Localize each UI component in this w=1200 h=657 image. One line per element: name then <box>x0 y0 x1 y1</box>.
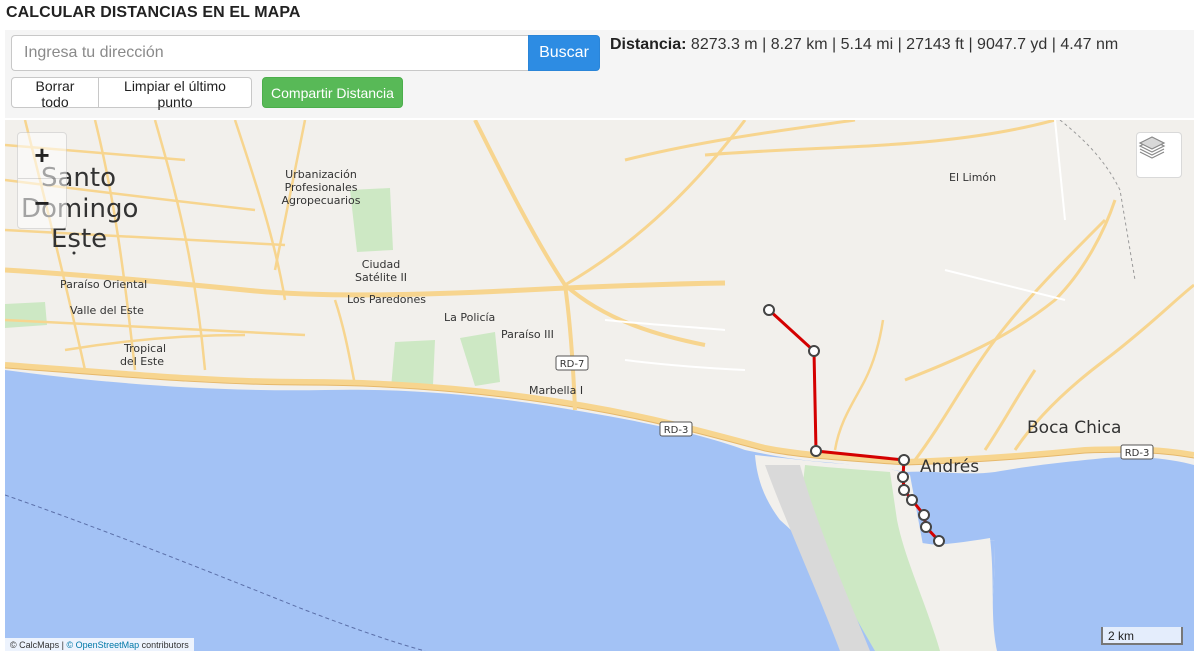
route-point[interactable] <box>897 471 909 483</box>
place-label: Urbanización <box>285 168 357 181</box>
zoom-control: + − <box>17 132 67 229</box>
place-label: El Limón <box>949 171 996 184</box>
clear-all-button[interactable]: Borrar todo <box>11 77 99 110</box>
toolbar: Buscar Distancia: 8273.3 m | 8.27 km | 5… <box>5 30 1194 118</box>
share-distance-button[interactable]: Compartir Distancia <box>262 77 403 108</box>
route-point[interactable] <box>808 345 820 357</box>
distance-miles: 5.14 mi <box>840 36 894 53</box>
distance-kilometers: 8.27 km <box>770 36 828 53</box>
place-label-andres: Andrés <box>920 457 979 477</box>
page-title: CALCULAR DISTANCIAS EN EL MAPA <box>6 4 301 21</box>
place-label: del Este <box>120 355 164 368</box>
route-point[interactable] <box>918 509 930 521</box>
place-label: Paraíso Oriental <box>60 278 147 291</box>
edit-button-group: Borrar todo Limpiar el último punto <box>11 77 252 110</box>
zoom-in-button[interactable]: + <box>18 133 66 179</box>
place-label: Satélite II <box>355 271 407 284</box>
road-shield-label: RD-7 <box>560 359 585 370</box>
place-label: Tropical <box>123 342 166 355</box>
distance-separator: | <box>827 36 841 53</box>
distance-separator: | <box>757 36 771 53</box>
place-label: Valle del Este <box>70 304 144 317</box>
distance-readout: Distancia: 8273.3 m | 8.27 km | 5.14 mi … <box>610 36 1118 54</box>
distance-yards: 9047.7 yd <box>977 36 1048 53</box>
distance-separator: | <box>1047 36 1061 53</box>
distance-meters: 8273.3 m <box>690 36 758 53</box>
distance-feet: 27143 ft <box>906 36 964 53</box>
road-shield-rd3: RD-3 <box>1120 444 1154 460</box>
search-input[interactable] <box>11 35 529 71</box>
place-label: Ciudad <box>362 258 400 271</box>
road-shield-rd7: RD-7 <box>555 355 589 371</box>
layers-button[interactable] <box>1136 132 1182 178</box>
route-point[interactable] <box>810 445 822 457</box>
road-shield-label: RD-3 <box>1125 448 1150 459</box>
road-shield-rd3: RD-3 <box>659 421 693 437</box>
layers-icon <box>1138 136 1166 159</box>
distance-label: Distancia: <box>610 36 687 53</box>
map-scale: 2 km <box>1101 627 1183 645</box>
distance-separator: | <box>964 36 978 53</box>
map-canvas[interactable]: RD-7 RD-3 RD-3 Santo Domingo Este Urbani… <box>5 120 1194 651</box>
route-point[interactable] <box>933 535 945 547</box>
place-label: Marbella I <box>529 384 583 397</box>
park <box>391 340 435 388</box>
map-attribution: © CalcMaps | © OpenStreetMap contributor… <box>5 638 194 651</box>
attribution-contributors: contributors <box>139 640 189 650</box>
park <box>5 302 47 328</box>
attribution-separator: | <box>59 640 67 650</box>
zoom-out-button[interactable]: − <box>18 180 66 226</box>
undo-last-point-button[interactable]: Limpiar el último punto <box>99 77 252 110</box>
distance-separator: | <box>893 36 907 53</box>
place-label: Los Paredones <box>347 293 426 306</box>
place-label: Profesionales <box>285 181 358 194</box>
route-point[interactable] <box>920 521 932 533</box>
place-label: Agropecuarios <box>281 194 360 207</box>
place-label: La Policía <box>444 311 495 324</box>
search-button[interactable]: Buscar <box>528 35 600 71</box>
place-label-boca-chica: Boca Chica <box>1027 418 1121 438</box>
route-point[interactable] <box>906 494 918 506</box>
attribution-calcmaps: © CalcMaps <box>10 640 60 650</box>
route-point[interactable] <box>898 484 910 496</box>
map-tiles[interactable]: RD-7 RD-3 RD-3 Santo Domingo Este Urbani… <box>5 120 1194 651</box>
road-shield-label: RD-3 <box>664 425 689 436</box>
route-point[interactable] <box>898 454 910 466</box>
place-label: Paraíso III <box>501 328 554 341</box>
distance-nautical-miles: 4.47 nm <box>1060 36 1119 53</box>
city-dot <box>72 251 76 255</box>
openstreetmap-link[interactable]: © OpenStreetMap <box>67 640 140 650</box>
route-point[interactable] <box>763 304 775 316</box>
